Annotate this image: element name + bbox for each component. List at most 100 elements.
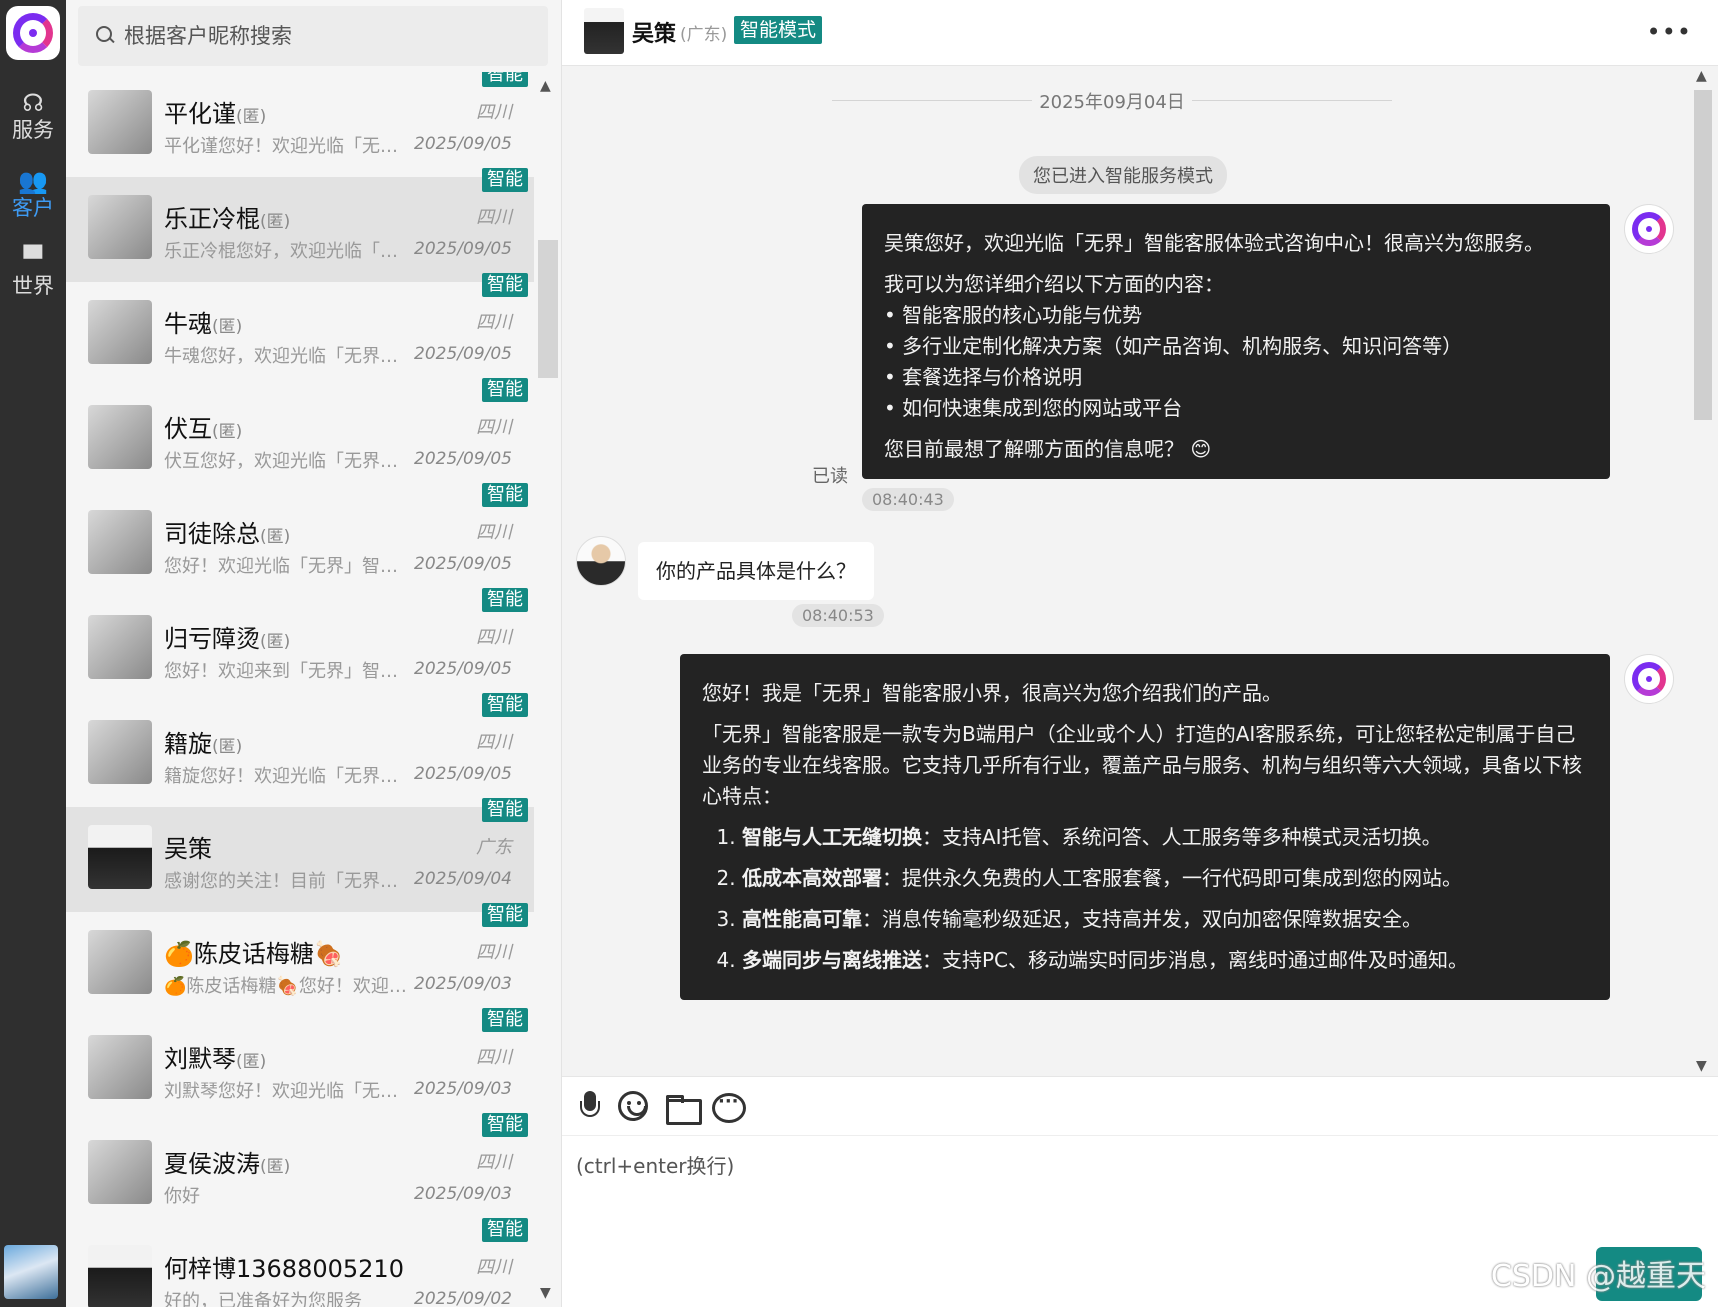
conversation-name: 乐正冷棍(匿) xyxy=(164,205,291,233)
conversation-item[interactable]: 智能 🍊陈皮话梅糖🍖 四川 🍊陈皮话梅糖🍖您好！欢迎光临 2025/09/03 xyxy=(66,903,534,1017)
conversation-region: 四川 xyxy=(476,207,512,228)
scrollbar-thumb[interactable] xyxy=(538,240,558,378)
conversation-name: 归亏障烫(匿) xyxy=(164,625,291,653)
message-time: 08:40:43 xyxy=(862,488,954,511)
microphone-icon[interactable] xyxy=(574,1091,606,1123)
chat-header: 吴策 (广东) 智能模式 ••• xyxy=(562,0,1718,66)
rail-item-service[interactable]: ☊ 服务 xyxy=(0,90,66,144)
smart-tag: 智能 xyxy=(482,72,528,87)
conversation-preview: 🍊陈皮话梅糖🍖您好！欢迎光临 xyxy=(164,976,410,997)
conversation-item[interactable]: 智能 伏互(匿) 四川 伏互您好，欢迎光临「无界」智能客服 2025/09/05 xyxy=(66,378,534,492)
conversation-item[interactable]: 智能 牛魂(匿) 四川 牛魂您好，欢迎光临「无界」智能客服 2025/09/05 xyxy=(66,273,534,387)
conversation-region: 四川 xyxy=(476,102,512,123)
avatar xyxy=(88,90,152,154)
conversation-name: 牛魂(匿) xyxy=(164,310,243,338)
list-scrollbar[interactable]: ▲ ▼ xyxy=(534,72,562,1307)
logo-ring-icon xyxy=(1632,212,1666,246)
conversation-item[interactable]: 智能 司徒除总(匿) 四川 您好！欢迎光临「无界」智能客服体验 2025/09/… xyxy=(66,483,534,597)
mode-badge: 智能模式 xyxy=(734,16,823,44)
conversation-region: 广东 xyxy=(476,837,512,858)
conversation-region: 四川 xyxy=(476,732,512,753)
conversation-name: 刘默琴(匿) xyxy=(164,1045,267,1073)
conversation-preview: 您好！欢迎光临「无界」智能客服体验 xyxy=(164,556,410,577)
conversation-preview: 您好！欢迎来到「无界」智能客服体验 xyxy=(164,661,410,682)
conversation-name: 吴策 xyxy=(164,835,212,863)
avatar xyxy=(88,510,152,574)
scrollbar-thumb[interactable] xyxy=(1694,90,1712,420)
conversation-item[interactable]: 智能 何梓博13688005210 四川 好的，已准备好为您服务 2025/09… xyxy=(66,1218,534,1307)
send-button[interactable] xyxy=(1596,1247,1702,1301)
folder-icon[interactable] xyxy=(666,1091,702,1125)
conversation-preview: 籍旋您好！欢迎光临「无界」智能客服 xyxy=(164,766,410,787)
smart-tag: 智能 xyxy=(482,1218,528,1242)
conversation-date: 2025/09/03 xyxy=(414,974,512,994)
smart-tag: 智能 xyxy=(482,273,528,297)
avatar xyxy=(88,930,152,994)
conversation-date: 2025/09/05 xyxy=(414,764,512,784)
rail-item-customers[interactable]: 👥 客户 xyxy=(0,168,66,222)
feature-list: 智能与人工无缝切换：支持AI托管、系统问答、人工服务等多种模式灵活切换。 低成本… xyxy=(702,822,1588,976)
conversation-date: 2025/09/05 xyxy=(414,134,512,154)
contact-region: (广东) xyxy=(680,25,728,45)
logo-ring-icon xyxy=(13,13,53,53)
message-input[interactable] xyxy=(576,1150,1696,1290)
read-status: 已读 xyxy=(812,466,848,487)
chevron-up-icon[interactable]: ▲ xyxy=(1696,68,1707,84)
avatar[interactable] xyxy=(584,8,624,54)
avatar xyxy=(88,825,152,889)
chevron-down-icon[interactable]: ▼ xyxy=(1696,1058,1707,1074)
smart-tag: 智能 xyxy=(482,693,528,717)
message-text: 您目前最想了解哪方面的信息呢？ 😊 xyxy=(884,437,1212,461)
conversation-item-active[interactable]: 智能 吴策 广东 感谢您的关注！目前「无界」智能客服 2025/09/04 xyxy=(66,798,534,912)
search-icon xyxy=(96,26,116,46)
conversation-region: 四川 xyxy=(476,417,512,438)
conversation-preview: 平化谨您好！欢迎光临「无界」智能客服 xyxy=(164,136,410,157)
chevron-down-icon[interactable]: ▼ xyxy=(540,1285,551,1301)
message-area: 2025年09月04日 您已进入智能服务模式 吴策您好，欢迎光临「无界」智能客服… xyxy=(562,66,1688,1076)
system-notice: 您已进入智能服务模式 xyxy=(1019,156,1227,194)
message-text: 您好！我是「无界」智能客服小界，很高兴为您介绍我们的产品。 xyxy=(702,681,1282,705)
conversation-item[interactable]: 智能 刘默琴(匿) 四川 刘默琴您好！欢迎光临「无界」智能客服 2025/09/… xyxy=(66,1008,534,1122)
rail-item-world[interactable]: ▀ 世界 xyxy=(0,246,66,300)
rail-item-label: 世界 xyxy=(12,274,54,298)
conversation-name: 平化谨(匿) xyxy=(164,100,267,128)
conversation-name: 何梓博13688005210 xyxy=(164,1255,404,1283)
conversation-name: 夏侯波涛(匿) xyxy=(164,1150,291,1178)
message-text: 吴策您好，欢迎光临「无界」智能客服体验式咨询中心！很高兴为您服务。 xyxy=(884,231,1544,255)
conversation-date: 2025/09/05 xyxy=(414,344,512,364)
conversation-item[interactable]: 智能 乐正冷棍(匿) 四川 乐正冷棍您好，欢迎光临「无界」智能客服 2025/0… xyxy=(66,168,534,282)
conversation-region: 四川 xyxy=(476,522,512,543)
conversation-item[interactable]: 智能 夏侯波涛(匿) 四川 你好 2025/09/03 xyxy=(66,1113,534,1227)
chevron-up-icon[interactable]: ▲ xyxy=(540,78,551,94)
conversation-item[interactable]: 智能 平化谨(匿) 四川 平化谨您好！欢迎光临「无界」智能客服 2025/09/… xyxy=(66,72,534,177)
conversation-preview: 伏互您好，欢迎光临「无界」智能客服 xyxy=(164,451,410,472)
conversation-list: 智能 平化谨(匿) 四川 平化谨您好！欢迎光临「无界」智能客服 2025/09/… xyxy=(66,72,534,1307)
feature-item: 智能与人工无缝切换：支持AI托管、系统问答、人工服务等多种模式灵活切换。 xyxy=(742,822,1588,853)
conversation-item[interactable]: 智能 归亏障烫(匿) 四川 您好！欢迎来到「无界」智能客服体验 2025/09/… xyxy=(66,588,534,702)
app-logo[interactable] xyxy=(6,6,60,60)
conversation-region: 四川 xyxy=(476,1047,512,1068)
more-icon[interactable]: ••• xyxy=(1647,18,1692,46)
rail-item-label: 客户 xyxy=(12,196,54,220)
conversation-date: 2025/09/05 xyxy=(414,239,512,259)
conversation-name: 司徒除总(匿) xyxy=(164,520,291,548)
smart-tag: 智能 xyxy=(482,798,528,822)
feature-item: 高性能高可靠：消息传输毫秒级延迟，支持高并发，双向加密保障数据安全。 xyxy=(742,904,1588,935)
conversation-item[interactable]: 智能 籍旋(匿) 四川 籍旋您好！欢迎光临「无界」智能客服 2025/09/05 xyxy=(66,693,534,807)
avatar xyxy=(88,720,152,784)
emoji-icon[interactable] xyxy=(618,1091,648,1121)
user-avatar xyxy=(576,536,626,586)
conversation-date: 2025/09/05 xyxy=(414,449,512,469)
my-avatar[interactable] xyxy=(4,1245,58,1299)
conversation-list-pane: 智能 平化谨(匿) 四川 平化谨您好！欢迎光临「无界」智能客服 2025/09/… xyxy=(66,0,562,1307)
search-input[interactable] xyxy=(124,24,524,48)
smart-tag: 智能 xyxy=(482,588,528,612)
chat-scrollbar[interactable]: ▲ ▼ xyxy=(1688,66,1718,1076)
bullet-item: • 如何快速集成到您的网站或平台 xyxy=(884,396,1183,420)
bot-avatar xyxy=(1624,654,1674,704)
conversation-preview: 乐正冷棍您好，欢迎光临「无界」智能客服 xyxy=(164,241,410,262)
avatar xyxy=(88,1245,152,1307)
conversation-region: 四川 xyxy=(476,627,512,648)
avatar xyxy=(88,300,152,364)
quick-reply-icon[interactable] xyxy=(712,1091,746,1123)
